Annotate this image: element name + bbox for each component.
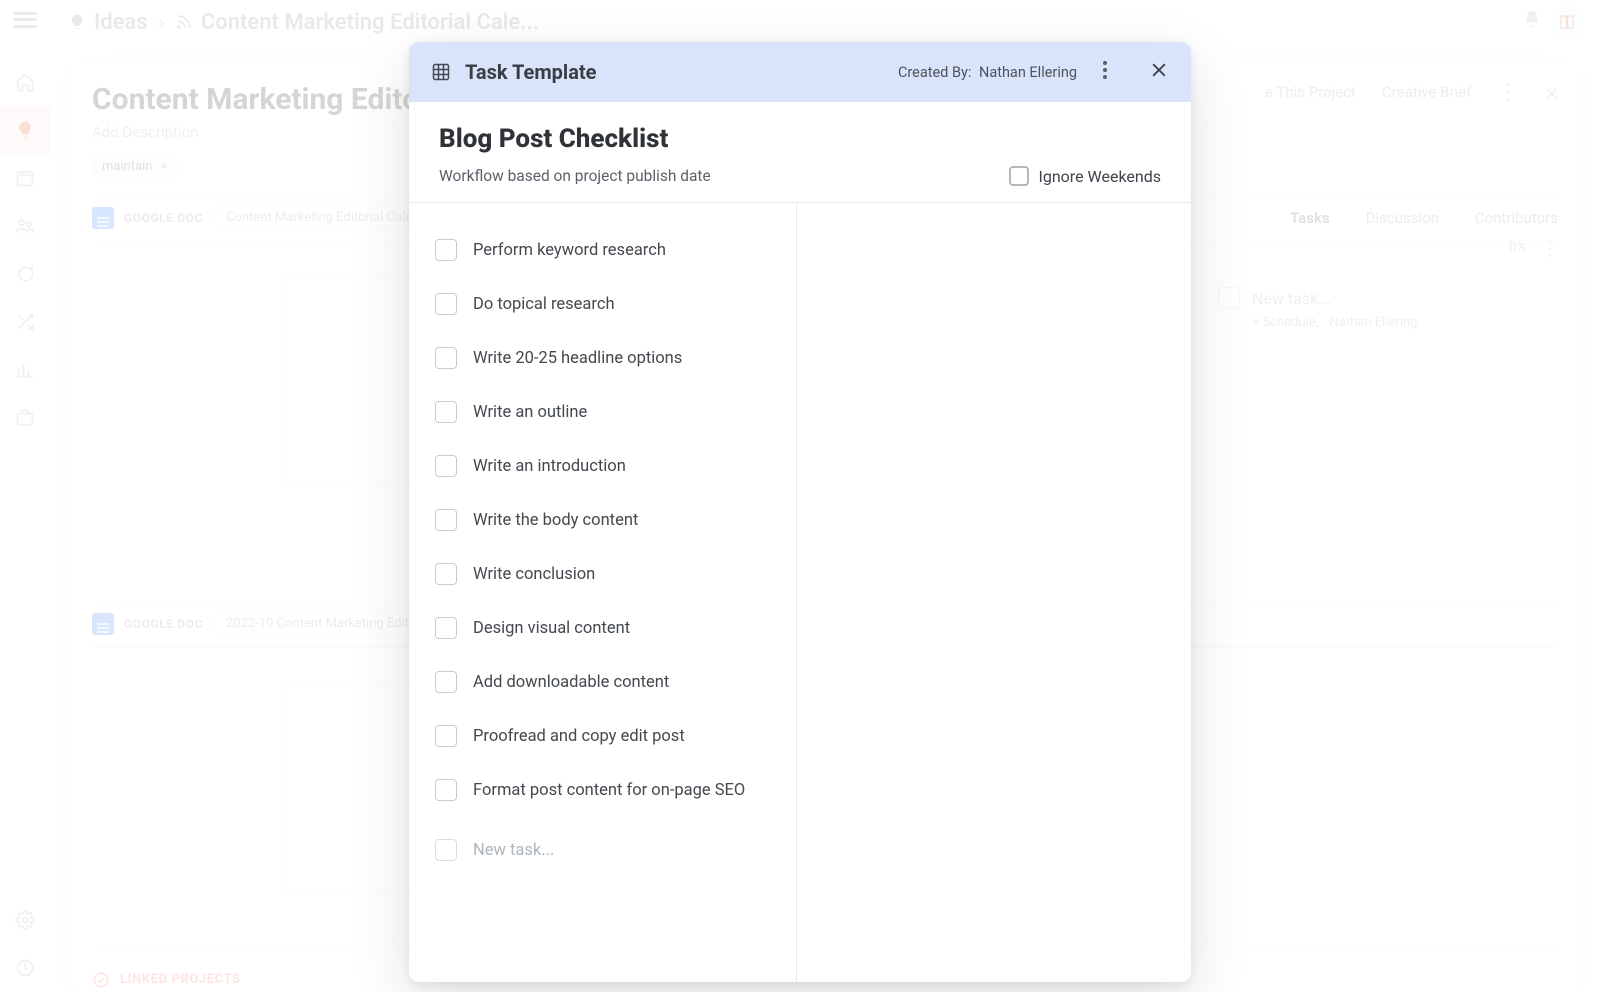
task-row[interactable]: Write 20-25 headline options (435, 331, 776, 385)
task-checkbox[interactable] (435, 779, 457, 801)
task-template-modal: Task Template Created By: Nathan Ellerin… (409, 42, 1191, 982)
task-label: Perform keyword research (473, 241, 666, 260)
modal-close-icon[interactable] (1133, 60, 1169, 84)
task-label: Proofread and copy edit post (473, 727, 685, 746)
task-row[interactable]: Write conclusion (435, 547, 776, 601)
created-by-name: Nathan Ellering (979, 64, 1077, 81)
task-row[interactable]: Format post content for on-page SEO (435, 763, 776, 817)
created-by-label: Created By: (898, 64, 971, 81)
template-subtitle: Workflow based on project publish date (439, 167, 711, 185)
task-label: Write 20-25 headline options (473, 349, 682, 368)
task-row[interactable]: Proofread and copy edit post (435, 709, 776, 763)
task-row[interactable]: Do topical research (435, 277, 776, 331)
modal-overlay: Task Template Created By: Nathan Ellerin… (0, 0, 1600, 992)
task-checkbox[interactable] (435, 293, 457, 315)
task-label: Do topical research (473, 295, 615, 314)
task-label: Write an outline (473, 403, 587, 422)
modal-header-title: Task Template (465, 60, 596, 84)
modal-header: Task Template Created By: Nathan Ellerin… (409, 42, 1191, 102)
task-checkbox[interactable] (435, 347, 457, 369)
task-row[interactable]: Design visual content (435, 601, 776, 655)
modal-body: Perform keyword research Do topical resea… (409, 202, 1191, 982)
task-checkbox[interactable] (435, 401, 457, 423)
template-title: Blog Post Checklist (439, 124, 1161, 154)
task-checkbox[interactable] (435, 455, 457, 477)
task-row[interactable]: Write the body content (435, 493, 776, 547)
task-checkbox[interactable] (435, 509, 457, 531)
task-label: Format post content for on-page SEO (473, 781, 745, 800)
new-task-row[interactable]: New task... (435, 823, 776, 877)
modal-more-icon[interactable] (1091, 61, 1119, 83)
template-grid-icon (431, 62, 451, 82)
new-task-placeholder[interactable]: New task... (473, 841, 554, 860)
ignore-weekends-label: Ignore Weekends (1039, 167, 1162, 186)
modal-subheader: Blog Post Checklist Workflow based on pr… (409, 102, 1191, 202)
modal-right-pane (797, 203, 1191, 982)
task-list: Perform keyword research Do topical resea… (409, 203, 797, 982)
new-task-checkbox[interactable] (435, 839, 457, 861)
task-label: Write an introduction (473, 457, 626, 476)
task-checkbox[interactable] (435, 563, 457, 585)
task-row[interactable]: Write an introduction (435, 439, 776, 493)
task-checkbox[interactable] (435, 617, 457, 639)
ignore-weekends-checkbox[interactable] (1009, 166, 1029, 186)
task-label: Design visual content (473, 619, 630, 638)
task-label: Add downloadable content (473, 673, 669, 692)
task-row[interactable]: Add downloadable content (435, 655, 776, 709)
task-label: Write conclusion (473, 565, 595, 584)
created-by: Created By: Nathan Ellering (898, 64, 1077, 81)
ignore-weekends-toggle[interactable]: Ignore Weekends (1009, 166, 1162, 186)
task-label: Write the body content (473, 511, 638, 530)
task-row[interactable]: Perform keyword research (435, 223, 776, 277)
task-checkbox[interactable] (435, 725, 457, 747)
task-row[interactable]: Write an outline (435, 385, 776, 439)
task-checkbox[interactable] (435, 671, 457, 693)
task-checkbox[interactable] (435, 239, 457, 261)
